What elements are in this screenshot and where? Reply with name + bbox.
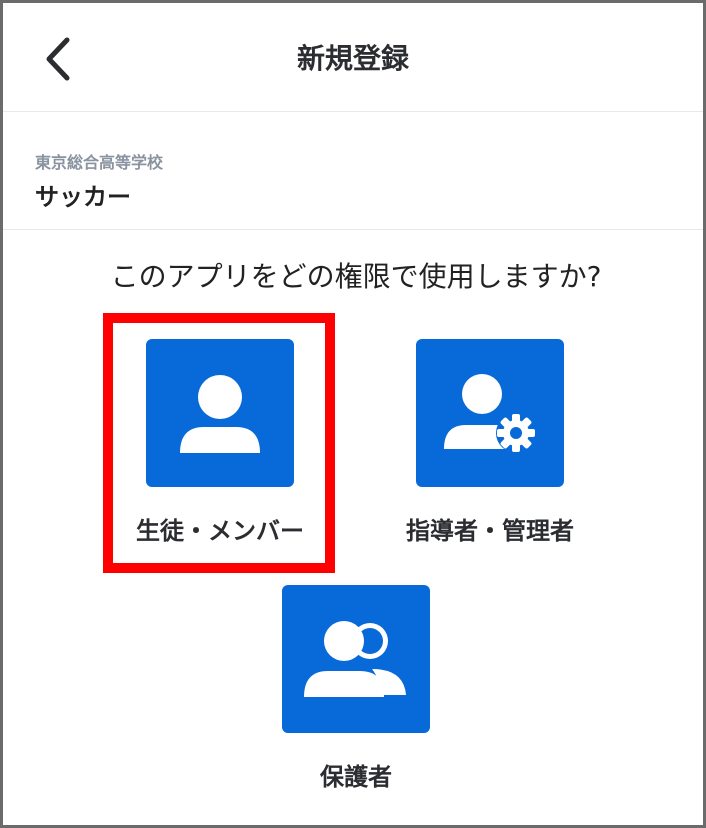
role-option-guardian[interactable]: 保護者 xyxy=(236,585,476,792)
role-tile[interactable] xyxy=(416,339,564,487)
chevron-left-icon xyxy=(46,37,70,81)
role-option-admin[interactable]: 指導者・管理者 xyxy=(370,339,610,546)
organization-info: 東京総合高等学校 サッカー xyxy=(3,111,703,230)
role-label: 生徒・メンバー xyxy=(136,517,304,545)
role-label: 指導者・管理者 xyxy=(406,517,574,545)
back-button[interactable] xyxy=(33,31,83,87)
screen: 新規登録 東京総合高等学校 サッカー このアプリをどの権限で使用しますか? 生徒… xyxy=(0,0,706,828)
school-name: 東京総合高等学校 xyxy=(35,153,164,172)
team-name: サッカー xyxy=(35,183,131,211)
role-tile[interactable] xyxy=(146,339,294,487)
person-icon xyxy=(180,375,260,453)
role-question: このアプリをどの権限で使用しますか? xyxy=(110,260,602,293)
role-tile[interactable] xyxy=(282,585,430,733)
person-gear-icon xyxy=(444,374,536,453)
role-option-member[interactable]: 生徒・メンバー xyxy=(100,339,340,546)
app-header: 新規登録 xyxy=(3,3,703,112)
people-icon xyxy=(304,621,406,697)
page-title: 新規登録 xyxy=(296,42,409,75)
role-label: 保護者 xyxy=(320,763,392,791)
